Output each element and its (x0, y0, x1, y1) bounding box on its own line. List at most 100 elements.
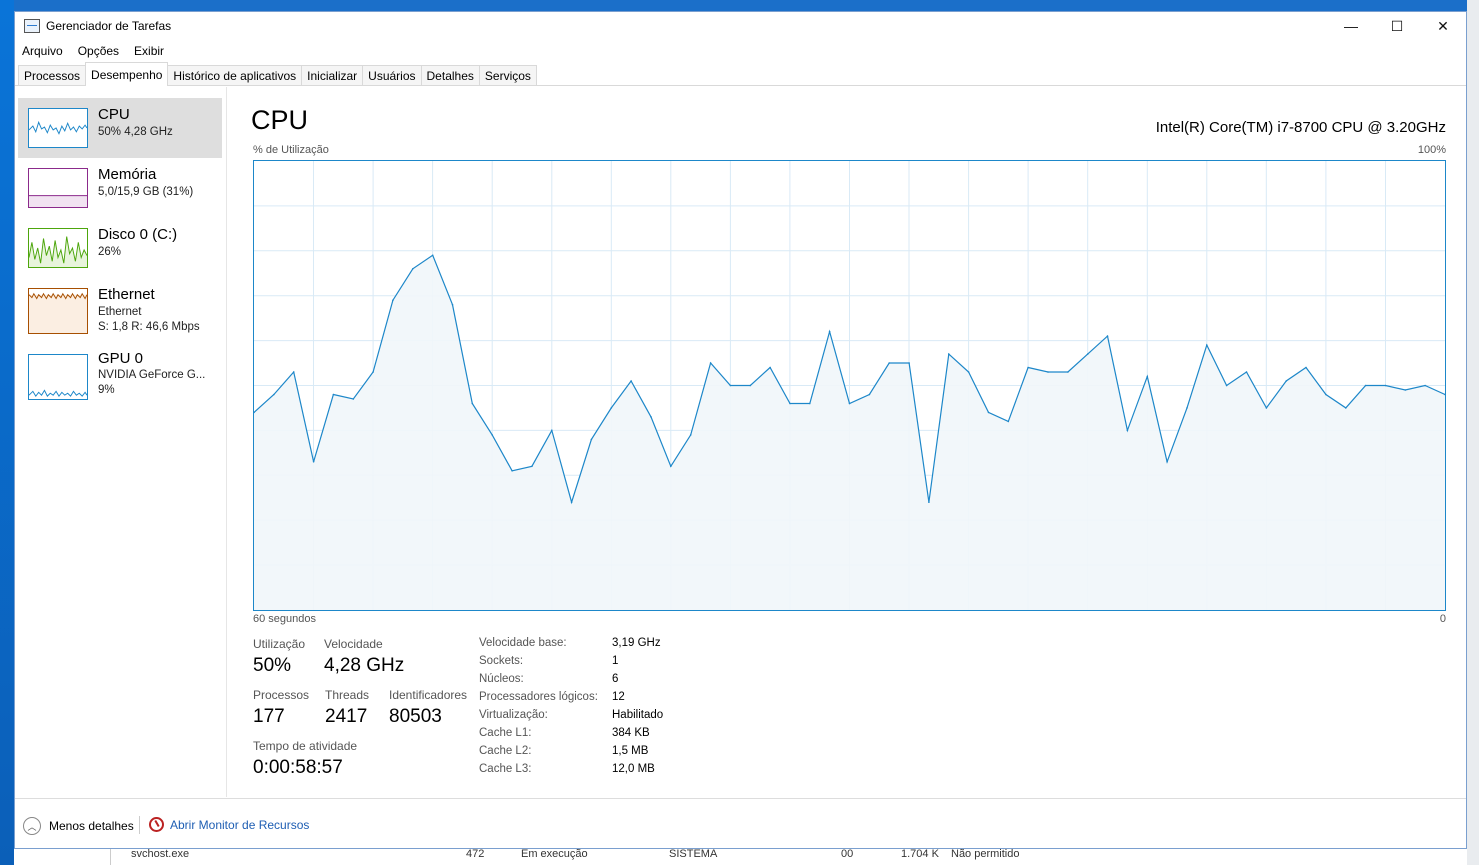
sidebar-gpu-name: GPU 0 (98, 350, 144, 367)
cpu-usage-point (312, 461, 315, 463)
gpu-thumbnail (28, 354, 88, 400)
sidebar-item-memoria[interactable]: Memória 5,0/15,9 GB (31%) (18, 158, 222, 218)
tab-historico[interactable]: Histórico de aplicativos (167, 65, 303, 85)
close-button[interactable]: ✕ (1420, 12, 1466, 40)
cpu-usage-point (769, 366, 771, 369)
cpu-usage-point (1285, 380, 1287, 382)
cpu-usage-point (1265, 407, 1268, 409)
cpu-usage-point (650, 416, 652, 418)
cpu-usage-point (828, 330, 831, 333)
cpu-usage-point (948, 353, 950, 355)
threads-label: Threads (325, 688, 370, 702)
cpu-usage-point (749, 384, 752, 387)
resource-monitor-icon (149, 817, 164, 832)
sidebar-ethernet-name: Ethernet (98, 286, 155, 303)
minimize-button[interactable]: — (1328, 12, 1374, 40)
cpu-usage-point (689, 434, 692, 436)
desktop-left-edge (0, 0, 14, 865)
cpu-usage-point (908, 362, 910, 364)
window-title: Gerenciador de Tarefas (46, 19, 172, 33)
utilization-value: 50% (253, 655, 292, 676)
bg-user: SISTEMA (669, 848, 718, 860)
cpu-usage-point (471, 402, 474, 405)
cpu-usage-point (1086, 353, 1089, 355)
processes-value: 177 (253, 706, 285, 727)
cpu-usage-point (511, 470, 513, 472)
tab-bar: Processos Desempenho Histórico de aplica… (15, 62, 1466, 86)
menu-arquivo[interactable]: Arquivo (22, 44, 63, 58)
info-label: Cache L3: (479, 763, 532, 775)
cpu-usage-point (332, 393, 335, 396)
disk-thumbnail (28, 228, 88, 268)
cpu-usage-point (868, 393, 871, 396)
task-manager-icon (24, 19, 40, 33)
footer-divider (139, 816, 140, 834)
cpu-usage-point (1325, 393, 1327, 396)
cpu-usage-point (967, 371, 970, 373)
cpu-usage-point (352, 398, 355, 400)
sidebar-item-cpu[interactable]: CPU 50% 4,28 GHz (18, 98, 222, 158)
cpu-performance-panel: CPU Intel(R) Core(TM) i7-8700 CPU @ 3.20… (251, 87, 1446, 797)
cpu-usage-point (372, 371, 374, 373)
bg-status: Em execução (521, 848, 588, 860)
info-label: Processadores lógicos: (479, 691, 598, 703)
speed-label: Velocidade (324, 637, 383, 651)
resource-monitor-link[interactable]: Abrir Monitor de Recursos (149, 817, 309, 832)
cpu-usage-point (1424, 384, 1426, 387)
cpu-usage-point (1047, 371, 1049, 373)
desktop-right-edge (1467, 0, 1479, 865)
menu-exibir[interactable]: Exibir (134, 44, 164, 58)
tab-desempenho[interactable]: Desempenho (85, 62, 169, 86)
bg-cpu: 00 (841, 848, 854, 860)
bg-pid: 472 (466, 848, 485, 860)
cpu-usage-point (1007, 420, 1010, 423)
tab-servicos[interactable]: Serviços (478, 65, 537, 85)
handles-value: 80503 (389, 706, 442, 727)
cpu-usage-point (1166, 461, 1168, 463)
footer-bar: ︿ Menos detalhes Abrir Monitor de Recurs… (15, 798, 1466, 848)
tab-usuarios[interactable]: Usuários (362, 65, 422, 85)
cpu-usage-point (551, 429, 553, 432)
sidebar-item-disco[interactable]: Disco 0 (C:) 26% (18, 218, 222, 278)
info-value: 12 (612, 691, 625, 703)
handles-label: Identificadores (389, 688, 468, 702)
bg-process-name: svchost.exe (131, 848, 190, 860)
page-title: CPU (251, 105, 309, 135)
task-manager-window: Gerenciador de Tarefas — ☐ ✕ Arquivo Opç… (14, 11, 1467, 849)
cpu-usage-point (1384, 384, 1387, 387)
info-value: 384 KB (612, 727, 650, 739)
sidebar-memoria-sub: 5,0/15,9 GB (31%) (98, 186, 194, 198)
cpu-thumbnail (28, 108, 88, 148)
cpu-usage-point (1126, 429, 1129, 432)
maximize-button[interactable]: ☐ (1374, 12, 1420, 40)
speed-value: 4,28 GHz (324, 655, 405, 676)
sidebar-item-ethernet[interactable]: Ethernet Ethernet S: 1,8 R: 46,6 Mbps (18, 278, 222, 340)
cpu-usage-point (1186, 407, 1188, 409)
cpu-usage-point (491, 434, 493, 436)
tab-detalhes[interactable]: Detalhes (420, 65, 480, 85)
performance-sidebar: CPU 50% 4,28 GHz Memória 5,0/15,9 GB (31… (15, 87, 227, 797)
info-label: Sockets: (479, 655, 524, 667)
sidebar-disco-sub: 26% (98, 246, 122, 258)
sidebar-cpu-sub: 50% 4,28 GHz (98, 126, 173, 138)
tab-inicializar[interactable]: Inicializar (301, 65, 364, 85)
tab-processos[interactable]: Processos (18, 65, 87, 85)
sidebar-item-gpu[interactable]: GPU 0 NVIDIA GeForce G... 9% (18, 344, 222, 406)
less-details-button[interactable]: ︿ Menos detalhes (23, 817, 134, 835)
cpu-usage-point (809, 402, 811, 405)
chart-min-label: 0 (1439, 613, 1446, 625)
memory-thumbnail (28, 168, 88, 208)
uptime-label: Tempo de atividade (253, 739, 358, 753)
cpu-usage-chart (253, 160, 1446, 611)
cpu-usage-point (729, 384, 732, 387)
sidebar-ethernet-sub2: S: 1,8 R: 46,6 Mbps (98, 321, 200, 333)
cpu-usage-point (531, 465, 533, 468)
menu-bar: Arquivo Opções Exibir (15, 40, 1466, 62)
less-details-label: Menos detalhes (49, 819, 134, 833)
menu-opcoes[interactable]: Opções (78, 44, 119, 58)
title-bar[interactable]: Gerenciador de Tarefas — ☐ ✕ (15, 12, 1466, 40)
sidebar-gpu-sub1: NVIDIA GeForce G... (98, 369, 206, 381)
uptime-value: 0:00:58:57 (253, 757, 343, 778)
cpu-usage-point (630, 380, 632, 382)
info-value: 12,0 MB (612, 763, 655, 775)
